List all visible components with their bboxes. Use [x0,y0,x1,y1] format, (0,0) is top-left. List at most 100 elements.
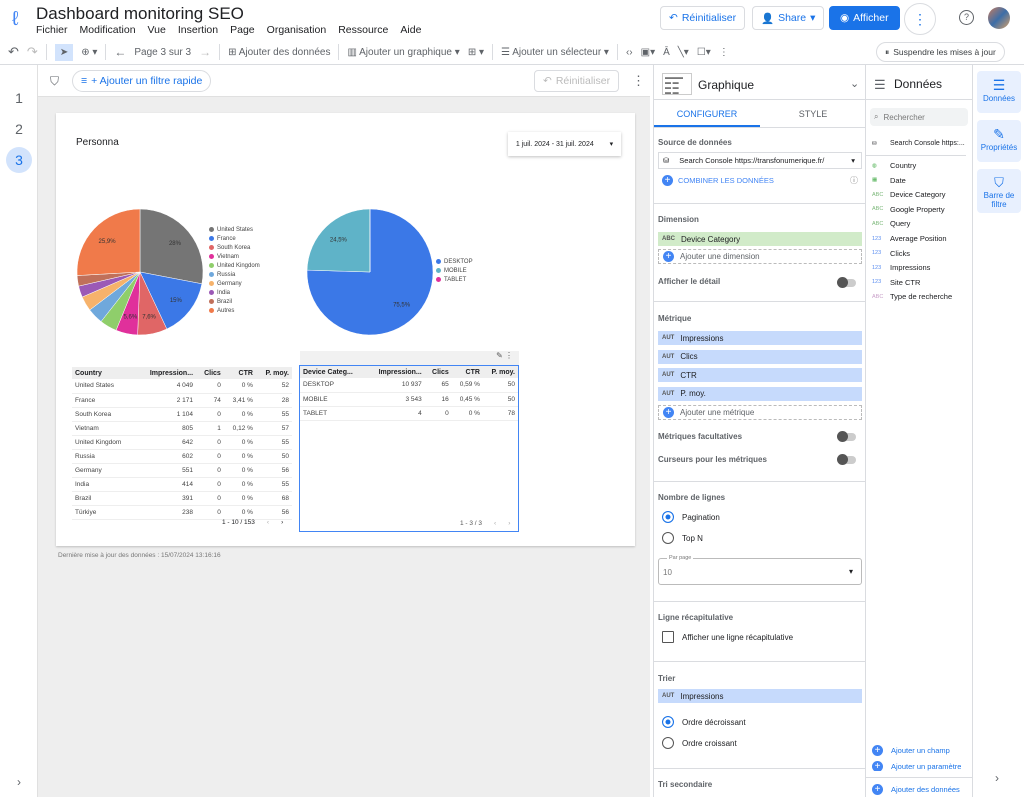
tab-style[interactable]: STYLE [760,101,866,127]
column-header[interactable]: CTR [223,367,256,379]
device-table[interactable]: Device Categ... Impression... Clics CTR P. m… [300,366,518,421]
table-row[interactable]: Russia 602 0 0 % 50 [72,449,292,464]
shape-icon[interactable]: ☐▾ [697,47,711,58]
line-icon[interactable]: ╲▾ [678,47,689,58]
help-icon[interactable]: ⓘ [850,175,858,186]
field-item[interactable]: ◍ Country [872,161,916,170]
reset-button[interactable]: ↶ Réinitialiser [660,6,746,30]
prev-page-icon[interactable]: ← [114,45,126,59]
legend-item[interactable]: India [209,288,260,297]
sort-asc-radio[interactable]: Ordre croissant [662,737,737,749]
column-header[interactable]: CTR [451,366,483,378]
legend-item[interactable]: United States [209,225,260,234]
more-icon[interactable]: ⋮ [505,351,513,360]
field-item[interactable]: 123 Impressions [872,263,930,272]
next-page-icon[interactable]: → [199,45,211,59]
page-1[interactable]: 1 [6,85,32,111]
add-chart-button[interactable]: ▥ Ajouter un graphique ▾ [347,47,459,58]
legend-item[interactable]: DESKTOP [436,257,473,266]
column-header[interactable]: Device Categ... [300,366,367,378]
table-chart-icon[interactable]: ▬▬▬ ▬ ▬ ▬ ▬ ▬ ▬ [662,73,692,96]
add-metric-button[interactable]: + Ajouter une métrique [658,405,862,420]
table-row[interactable]: South Korea 1 104 0 0 % 55 [72,407,292,422]
blend-data-button[interactable]: + COMBINER LES DONNÉES [662,175,774,186]
menu-aide[interactable]: Aide [400,24,421,36]
embed-icon[interactable]: ‹› [626,47,633,58]
help-icon[interactable]: ? [959,10,974,25]
selected-device-table[interactable]: Device Categ... Impression... Clics CTR P. m… [299,365,519,532]
field-item[interactable]: ▦ Date [872,176,906,185]
date-range-picker[interactable]: 1 juil. 2024 - 31 juil. 2024 ▾ [508,132,621,156]
legend-item[interactable]: Russia [209,270,260,279]
summary-checkbox[interactable]: Afficher une ligne récapitulative [662,631,793,643]
column-header[interactable]: Impression... [135,367,197,379]
menu-vue[interactable]: Vue [148,24,166,36]
next-page-icon[interactable]: › [281,519,283,526]
menu-ressource[interactable]: Ressource [338,24,388,36]
next-page-icon[interactable]: › [508,520,510,527]
metric-chip[interactable]: AUT Clics [658,349,862,364]
menu-page[interactable]: Page [230,24,255,36]
metric-sliders-toggle[interactable] [837,454,856,465]
legend-item[interactable]: Brazil [209,297,260,306]
pagination-radio[interactable]: Pagination [662,511,720,523]
redo-icon[interactable]: ↷ [27,44,38,60]
legend-item[interactable]: United Kingdom [209,261,260,270]
filter-reset-button[interactable]: ↶ Réinitialiser [534,70,620,92]
page-3[interactable]: 3 [6,147,32,173]
rail-data-button[interactable]: ☰ Données [977,71,1021,113]
device-pie-chart[interactable]: 75,5% 24,5% [286,193,436,343]
menu-modification[interactable]: Modification [80,24,136,36]
edit-pencil-icon[interactable]: ✎ [496,351,503,360]
column-header[interactable]: Clics [196,367,224,379]
prev-page-icon[interactable]: ‹ [494,520,496,527]
filter-icon[interactable]: ⛉ [50,74,59,89]
table-row[interactable]: Brazil 391 0 0 % 68 [72,491,292,506]
table-row[interactable]: TABLET 4 0 0 % 78 [300,406,518,421]
share-button[interactable]: 👤 Share ▾ [752,6,825,30]
legend-item[interactable]: South Korea [209,243,260,252]
legend-item[interactable]: TABLET [436,275,473,284]
table-row[interactable]: DESKTOP 10 937 65 0,59 % 50 [300,378,518,393]
column-header[interactable]: P. moy. [255,367,292,379]
sort-chip[interactable]: AUT Impressions [658,689,862,703]
metric-chip[interactable]: AUT Impressions [658,331,862,345]
country-table[interactable]: Country Impression... Clics CTR P. moy. Unite… [72,367,292,520]
table-row[interactable]: France 2 171 74 3,41 % 28 [72,393,292,408]
add-field-button[interactable]: + Ajouter un champ [872,745,950,756]
chevron-down-icon[interactable]: ▾ [810,12,815,24]
legend-item[interactable]: Vietnam [209,252,260,261]
add-dimension-button[interactable]: + Ajouter une dimension [658,249,862,264]
metric-chip[interactable]: AUT CTR [658,368,862,382]
per-page-select[interactable]: Par page 10 ▾ [658,555,862,585]
table-row[interactable]: Vietnam 805 1 0,12 % 57 [72,421,292,436]
collapse-chevron-icon[interactable]: ⌄ [850,77,859,90]
metric-chip[interactable]: AUT P. moy. [658,386,862,401]
more-icon[interactable]: ⋮ [719,47,729,58]
data-source-select[interactable]: ⛁ Search Console https://transfonumerique… [658,152,862,169]
more-icon[interactable]: ⋮ [632,73,645,89]
topn-radio[interactable]: Top N [662,532,703,544]
add-data-button[interactable]: ⊞ Ajouter des données [228,47,330,58]
text-icon[interactable]: Ā [663,47,670,58]
field-item[interactable]: ABC Type de recherche [872,292,952,301]
avatar[interactable] [988,7,1010,29]
data-source-item[interactable]: ⛁ Search Console https:... [872,140,965,147]
looker-studio-logo[interactable]: ℓ [12,8,18,31]
column-header[interactable]: Impression... [366,366,425,378]
optional-metrics-toggle[interactable] [837,431,856,442]
column-header[interactable]: Clics [424,366,452,378]
add-parameter-button[interactable]: + Ajouter un paramètre [872,761,961,771]
field-item[interactable]: ABC Google Property [872,205,945,214]
menu-fichier[interactable]: Fichier [36,24,68,36]
rail-properties-button[interactable]: ✎ Propriétés [977,120,1021,162]
field-item[interactable]: 123 Site CTR [872,278,920,287]
dimension-chip[interactable]: ABC Device Category [658,232,862,246]
legend-item[interactable]: MOBILE [436,266,473,275]
menu-insertion[interactable]: Insertion [178,24,218,36]
table-row[interactable]: United Kingdom 642 0 0 % 55 [72,435,292,450]
column-header[interactable]: P. moy. [482,366,518,378]
add-data-button[interactable]: + Ajouter des données [872,784,960,795]
column-header[interactable]: Country [72,367,136,379]
sort-desc-radio[interactable]: Ordre décroissant [662,716,746,728]
